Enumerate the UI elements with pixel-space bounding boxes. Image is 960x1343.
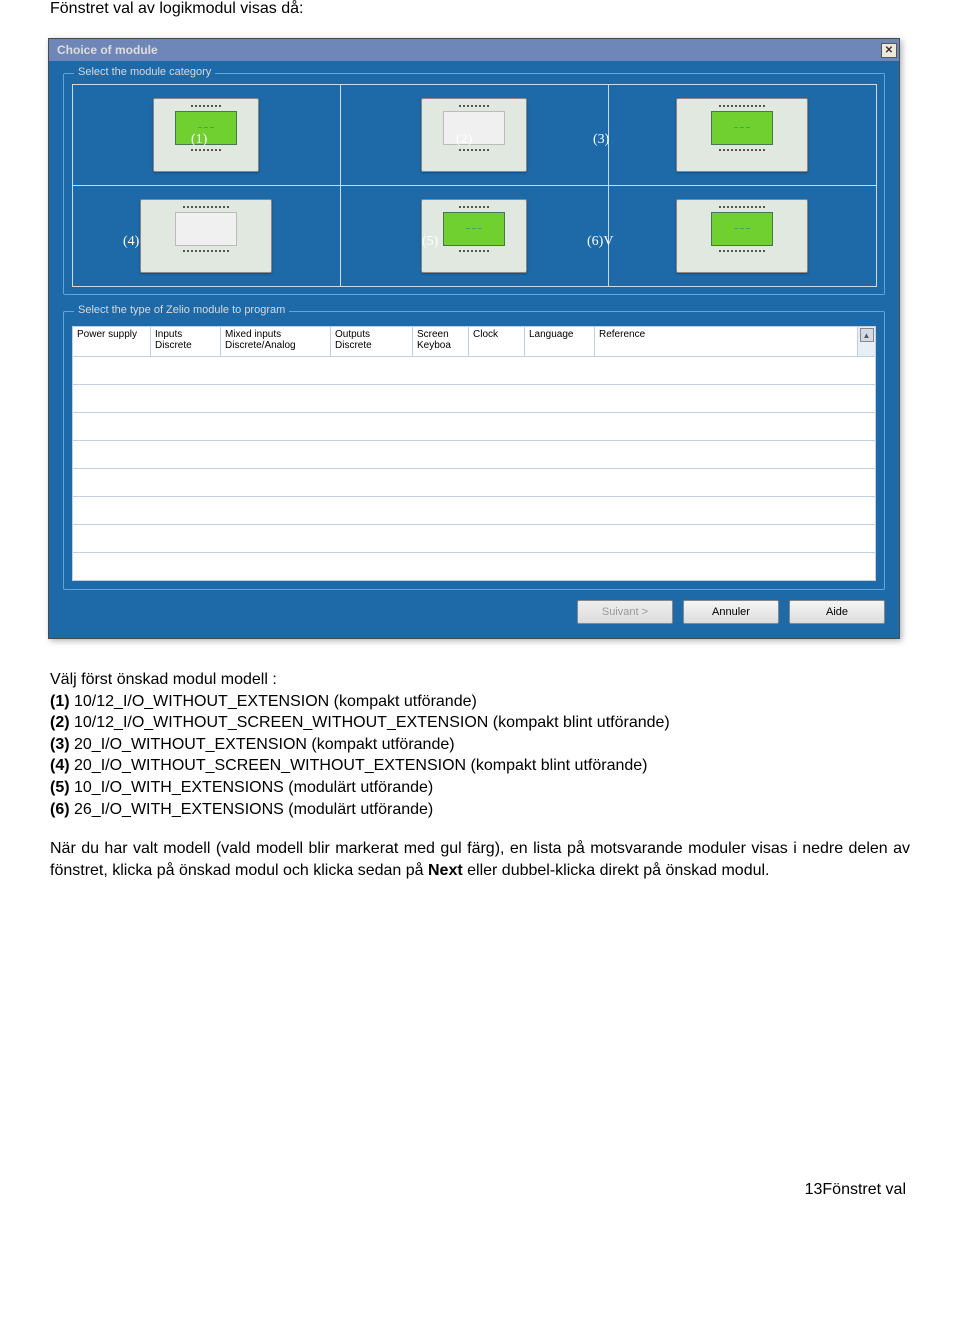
page-footer: 13Fönstret val <box>50 1181 910 1199</box>
dialog-title: Choice of module <box>57 43 158 57</box>
table-row[interactable] <box>73 357 876 385</box>
module-thumb <box>421 98 527 172</box>
col-language[interactable]: Language <box>525 327 595 357</box>
intro-text: Fönstret val av logikmodul visas då: <box>50 0 910 18</box>
legend-item: (3) 20_I/O_WITHOUT_EXTENSION (kompakt ut… <box>50 734 910 756</box>
group2-label: Select the type of Zelio module to progr… <box>74 304 289 316</box>
module-thumb <box>140 199 272 273</box>
module-type-group: Select the type of Zelio module to progr… <box>63 311 885 590</box>
module-table: Power supply Inputs Discrete Mixed input… <box>72 326 876 581</box>
col-screen-keyboard[interactable]: Screen Keyboa <box>413 327 469 357</box>
overlay-5: (5) <box>422 234 438 250</box>
module-option-3[interactable] <box>608 84 877 186</box>
col-power-supply[interactable]: Power supply <box>73 327 151 357</box>
overlay-4: (4) <box>123 234 139 250</box>
legend-item: (1) 10/12_I/O_WITHOUT_EXTENSION (kompakt… <box>50 691 910 713</box>
module-option-5[interactable] <box>340 185 609 287</box>
titlebar: Choice of module ✕ <box>49 39 899 61</box>
col-inputs-discrete[interactable]: Inputs Discrete <box>151 327 221 357</box>
cancel-button[interactable]: Annuler <box>683 600 779 624</box>
dialog-button-row: Suivant > Annuler Aide <box>63 600 885 624</box>
table-row[interactable] <box>73 413 876 441</box>
col-reference[interactable]: Reference <box>595 327 858 357</box>
instruction-paragraph: När du har valt modell (vald modell blir… <box>50 838 910 881</box>
legend-block: Välj först önskad modul modell : (1) 10/… <box>50 669 910 820</box>
legend-item: (5) 10_I/O_WITH_EXTENSIONS (modulärt utf… <box>50 777 910 799</box>
table-scroll-up[interactable]: ▲ <box>858 327 876 357</box>
module-thumb <box>676 199 808 273</box>
legend-item: (2) 10/12_I/O_WITHOUT_SCREEN_WITHOUT_EXT… <box>50 712 910 734</box>
module-option-2[interactable] <box>340 84 609 186</box>
table-row[interactable] <box>73 497 876 525</box>
overlay-3: (3) <box>593 132 609 148</box>
col-mixed-inputs[interactable]: Mixed inputs Discrete/Analog <box>221 327 331 357</box>
overlay-1: (1) <box>191 132 207 148</box>
col-outputs-discrete[interactable]: Outputs Discrete <box>331 327 413 357</box>
table-row[interactable] <box>73 469 876 497</box>
table-row[interactable] <box>73 525 876 553</box>
choice-of-module-dialog: Choice of module ✕ Select the module cat… <box>48 38 900 639</box>
col-clock[interactable]: Clock <box>469 327 525 357</box>
table-row[interactable] <box>73 385 876 413</box>
table-row[interactable] <box>73 553 876 581</box>
module-category-group: Select the module category (1) (2) (3) (… <box>63 73 885 295</box>
next-button[interactable]: Suivant > <box>577 600 673 624</box>
overlay-6: (6)V <box>587 234 613 250</box>
legend-item: (4) 20_I/O_WITHOUT_SCREEN_WITHOUT_EXTENS… <box>50 755 910 777</box>
help-button[interactable]: Aide <box>789 600 885 624</box>
legend-title: Välj först önskad modul modell : <box>50 669 910 691</box>
legend-item: (6) 26_I/O_WITH_EXTENSIONS (modulärt utf… <box>50 799 910 821</box>
module-option-6[interactable] <box>608 185 877 287</box>
close-icon[interactable]: ✕ <box>881 43 897 58</box>
module-option-4[interactable] <box>72 185 341 287</box>
overlay-2: (2) <box>456 132 472 148</box>
module-thumb <box>676 98 808 172</box>
table-row[interactable] <box>73 441 876 469</box>
